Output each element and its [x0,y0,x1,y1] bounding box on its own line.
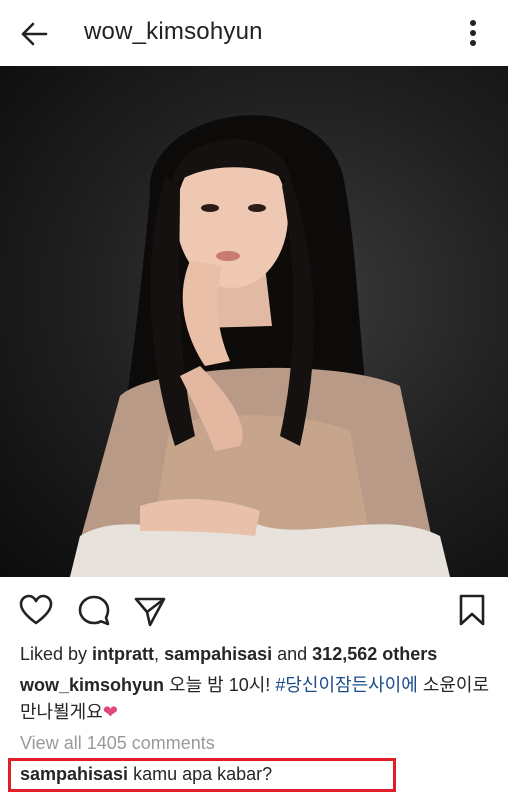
profile-username-title[interactable]: wow_kimsohyun [84,18,263,46]
liker-user-link[interactable]: sampahisasi [164,644,272,664]
portrait-illustration [70,115,450,577]
likes-prefix: Liked by [20,644,93,664]
post-caption: wow_kimsohyun 오늘 밤 10시! #당신이잠든사이에 소윤이로 만… [20,672,490,726]
arrow-left-icon[interactable] [18,18,50,50]
view-all-comments-link[interactable]: View all 1405 comments [20,733,215,754]
send-icon[interactable] [133,594,167,633]
likes-count-link[interactable]: 312,562 others [312,644,437,664]
post-actions-bar [0,578,508,640]
bookmark-icon[interactable] [457,593,487,632]
heart-emoji: ❤ [102,702,118,722]
likes-summary[interactable]: Liked by intpratt, sampahisasi and 312,5… [20,644,437,665]
comment-text: kamu apa kabar? [128,764,273,784]
top-bar: wow_kimsohyun [0,0,508,66]
comment: sampahisasi kamu apa kabar? [20,764,272,785]
comment-username[interactable]: sampahisasi [20,764,128,784]
caption-username[interactable]: wow_kimsohyun [20,675,164,695]
caption-hashtag[interactable]: #당신이잠든사이에 [275,675,418,695]
caption-text: 오늘 밤 10시! [164,675,276,695]
more-vertical-icon[interactable] [462,16,484,50]
comment-icon[interactable] [77,594,111,633]
liker-user-link[interactable]: intpratt [92,644,154,664]
heart-icon[interactable] [19,594,53,631]
post-photo[interactable] [0,66,508,577]
likes-and: and [272,644,313,664]
likes-separator: , [154,644,165,664]
